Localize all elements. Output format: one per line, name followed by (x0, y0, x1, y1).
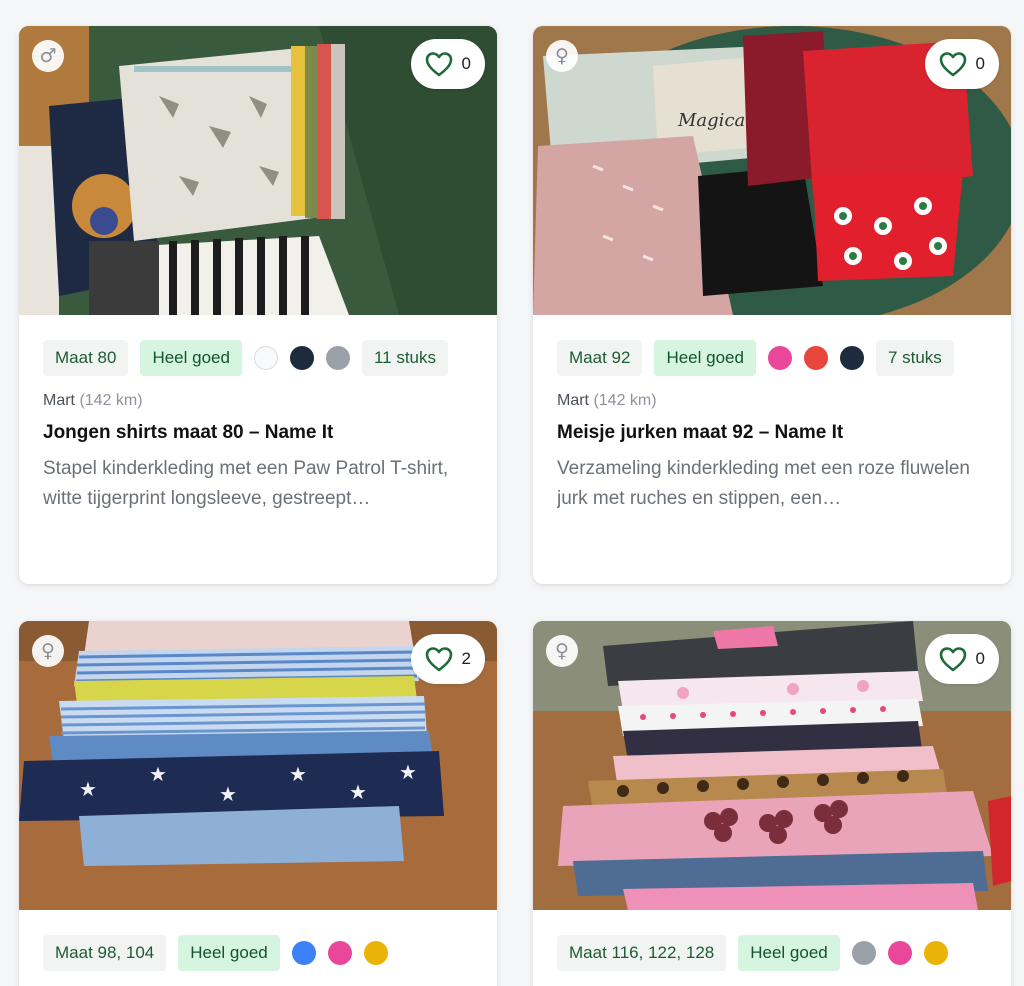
like-button[interactable]: 0 (410, 39, 485, 89)
like-count: 0 (975, 54, 985, 73)
listing-card[interactable]: ♂ 0 Maat 80 Heel goed 11 stuks Mart (142… (19, 26, 497, 584)
svg-text:★: ★ (289, 764, 307, 786)
listing-description: Stapel kinderkleding met een Paw Patrol … (43, 458, 449, 509)
color-swatch (363, 941, 388, 965)
female-symbol-icon: ♀ (32, 635, 64, 667)
condition-tag: Heel goed (140, 340, 242, 376)
like-button[interactable]: 0 (924, 634, 999, 684)
condition-tag: Heel goed (738, 935, 840, 971)
like-count: 0 (975, 649, 985, 668)
tag-row: Maat 116, 122, 128 Heel goed (557, 935, 987, 971)
tag-row: Maat 80 Heel goed 11 stuks (43, 340, 473, 376)
color-swatch (803, 346, 828, 370)
female-symbol-icon: ♀ (546, 40, 578, 72)
condition-tag: Heel goed (654, 340, 756, 376)
like-count: 0 (461, 54, 471, 73)
count-tag: 7 stuks (875, 340, 954, 376)
svg-text:★: ★ (149, 764, 167, 786)
heart-icon (939, 647, 966, 672)
female-symbol-icon: ♀ (546, 635, 578, 667)
tag-row: Maat 92 Heel goed 7 stuks (557, 340, 987, 376)
color-swatch (253, 346, 278, 370)
size-tag: Maat 116, 122, 128 (557, 935, 727, 971)
color-swatch (887, 941, 912, 965)
listing-photo[interactable]: ♂ 0 (19, 26, 497, 315)
listing-title[interactable]: Jongen shirts maat 80 – Name It (43, 422, 473, 444)
tag-row: Maat 98, 104 Heel goed (43, 935, 473, 971)
color-swatch (289, 346, 314, 370)
svg-text:★: ★ (79, 779, 97, 801)
like-button[interactable]: 0 (924, 39, 999, 89)
listing-card[interactable]: Magical ♀ 0 Maat 92 Heel goed 7 stuks Ma… (533, 26, 1011, 584)
listing-card[interactable]: ★ ★ ★ ★ ★ ★ ♀ 2 Maat 98, 104 Heel goed (19, 621, 497, 986)
svg-text:★: ★ (399, 762, 417, 784)
size-tag: Maat 80 (43, 340, 129, 376)
listing-description: Verzameling kinderkleding met een roze f… (557, 458, 970, 509)
condition-tag: Heel goed (178, 935, 280, 971)
color-swatch (767, 346, 792, 370)
svg-text:Magical: Magical (677, 110, 751, 131)
seller-location: Mart (142 km) (557, 392, 987, 410)
listing-photo[interactable]: ♀ 0 (533, 621, 1011, 910)
size-tag: Maat 92 (557, 340, 643, 376)
seller-distance: (142 km) (79, 392, 143, 409)
color-swatch (839, 346, 864, 370)
seller-distance: (142 km) (593, 392, 657, 409)
color-swatch (325, 346, 350, 370)
listing-title[interactable]: Meisje jurken maat 92 – Name It (557, 422, 987, 444)
svg-text:★: ★ (219, 784, 237, 806)
heart-icon (425, 647, 452, 672)
like-button[interactable]: 2 (410, 634, 485, 684)
like-count: 2 (461, 649, 471, 668)
heart-icon (939, 52, 966, 77)
listing-photo[interactable]: Magical ♀ 0 (533, 26, 1011, 315)
heart-icon (425, 52, 452, 77)
listing-info: Maat 98, 104 Heel goed (19, 910, 497, 971)
listing-info: Maat 80 Heel goed 11 stuks Mart (142 km)… (19, 315, 497, 514)
size-tag: Maat 98, 104 (43, 935, 167, 971)
svg-text:★: ★ (349, 782, 367, 804)
color-swatch (327, 941, 352, 965)
listing-photo[interactable]: ★ ★ ★ ★ ★ ★ ♀ 2 (19, 621, 497, 910)
listing-info: Maat 92 Heel goed 7 stuks Mart (142 km) … (533, 315, 1011, 514)
color-swatch (923, 941, 948, 965)
seller-name: Mart (43, 392, 75, 409)
color-swatch (291, 941, 316, 965)
listing-card[interactable]: ♀ 0 Maat 116, 122, 128 Heel goed (533, 621, 1011, 986)
listing-info: Maat 116, 122, 128 Heel goed (533, 910, 1011, 971)
count-tag: 11 stuks (361, 340, 449, 376)
seller-name: Mart (557, 392, 589, 409)
seller-location: Mart (142 km) (43, 392, 473, 410)
color-swatch (851, 941, 876, 965)
male-symbol-icon: ♂ (32, 40, 64, 72)
